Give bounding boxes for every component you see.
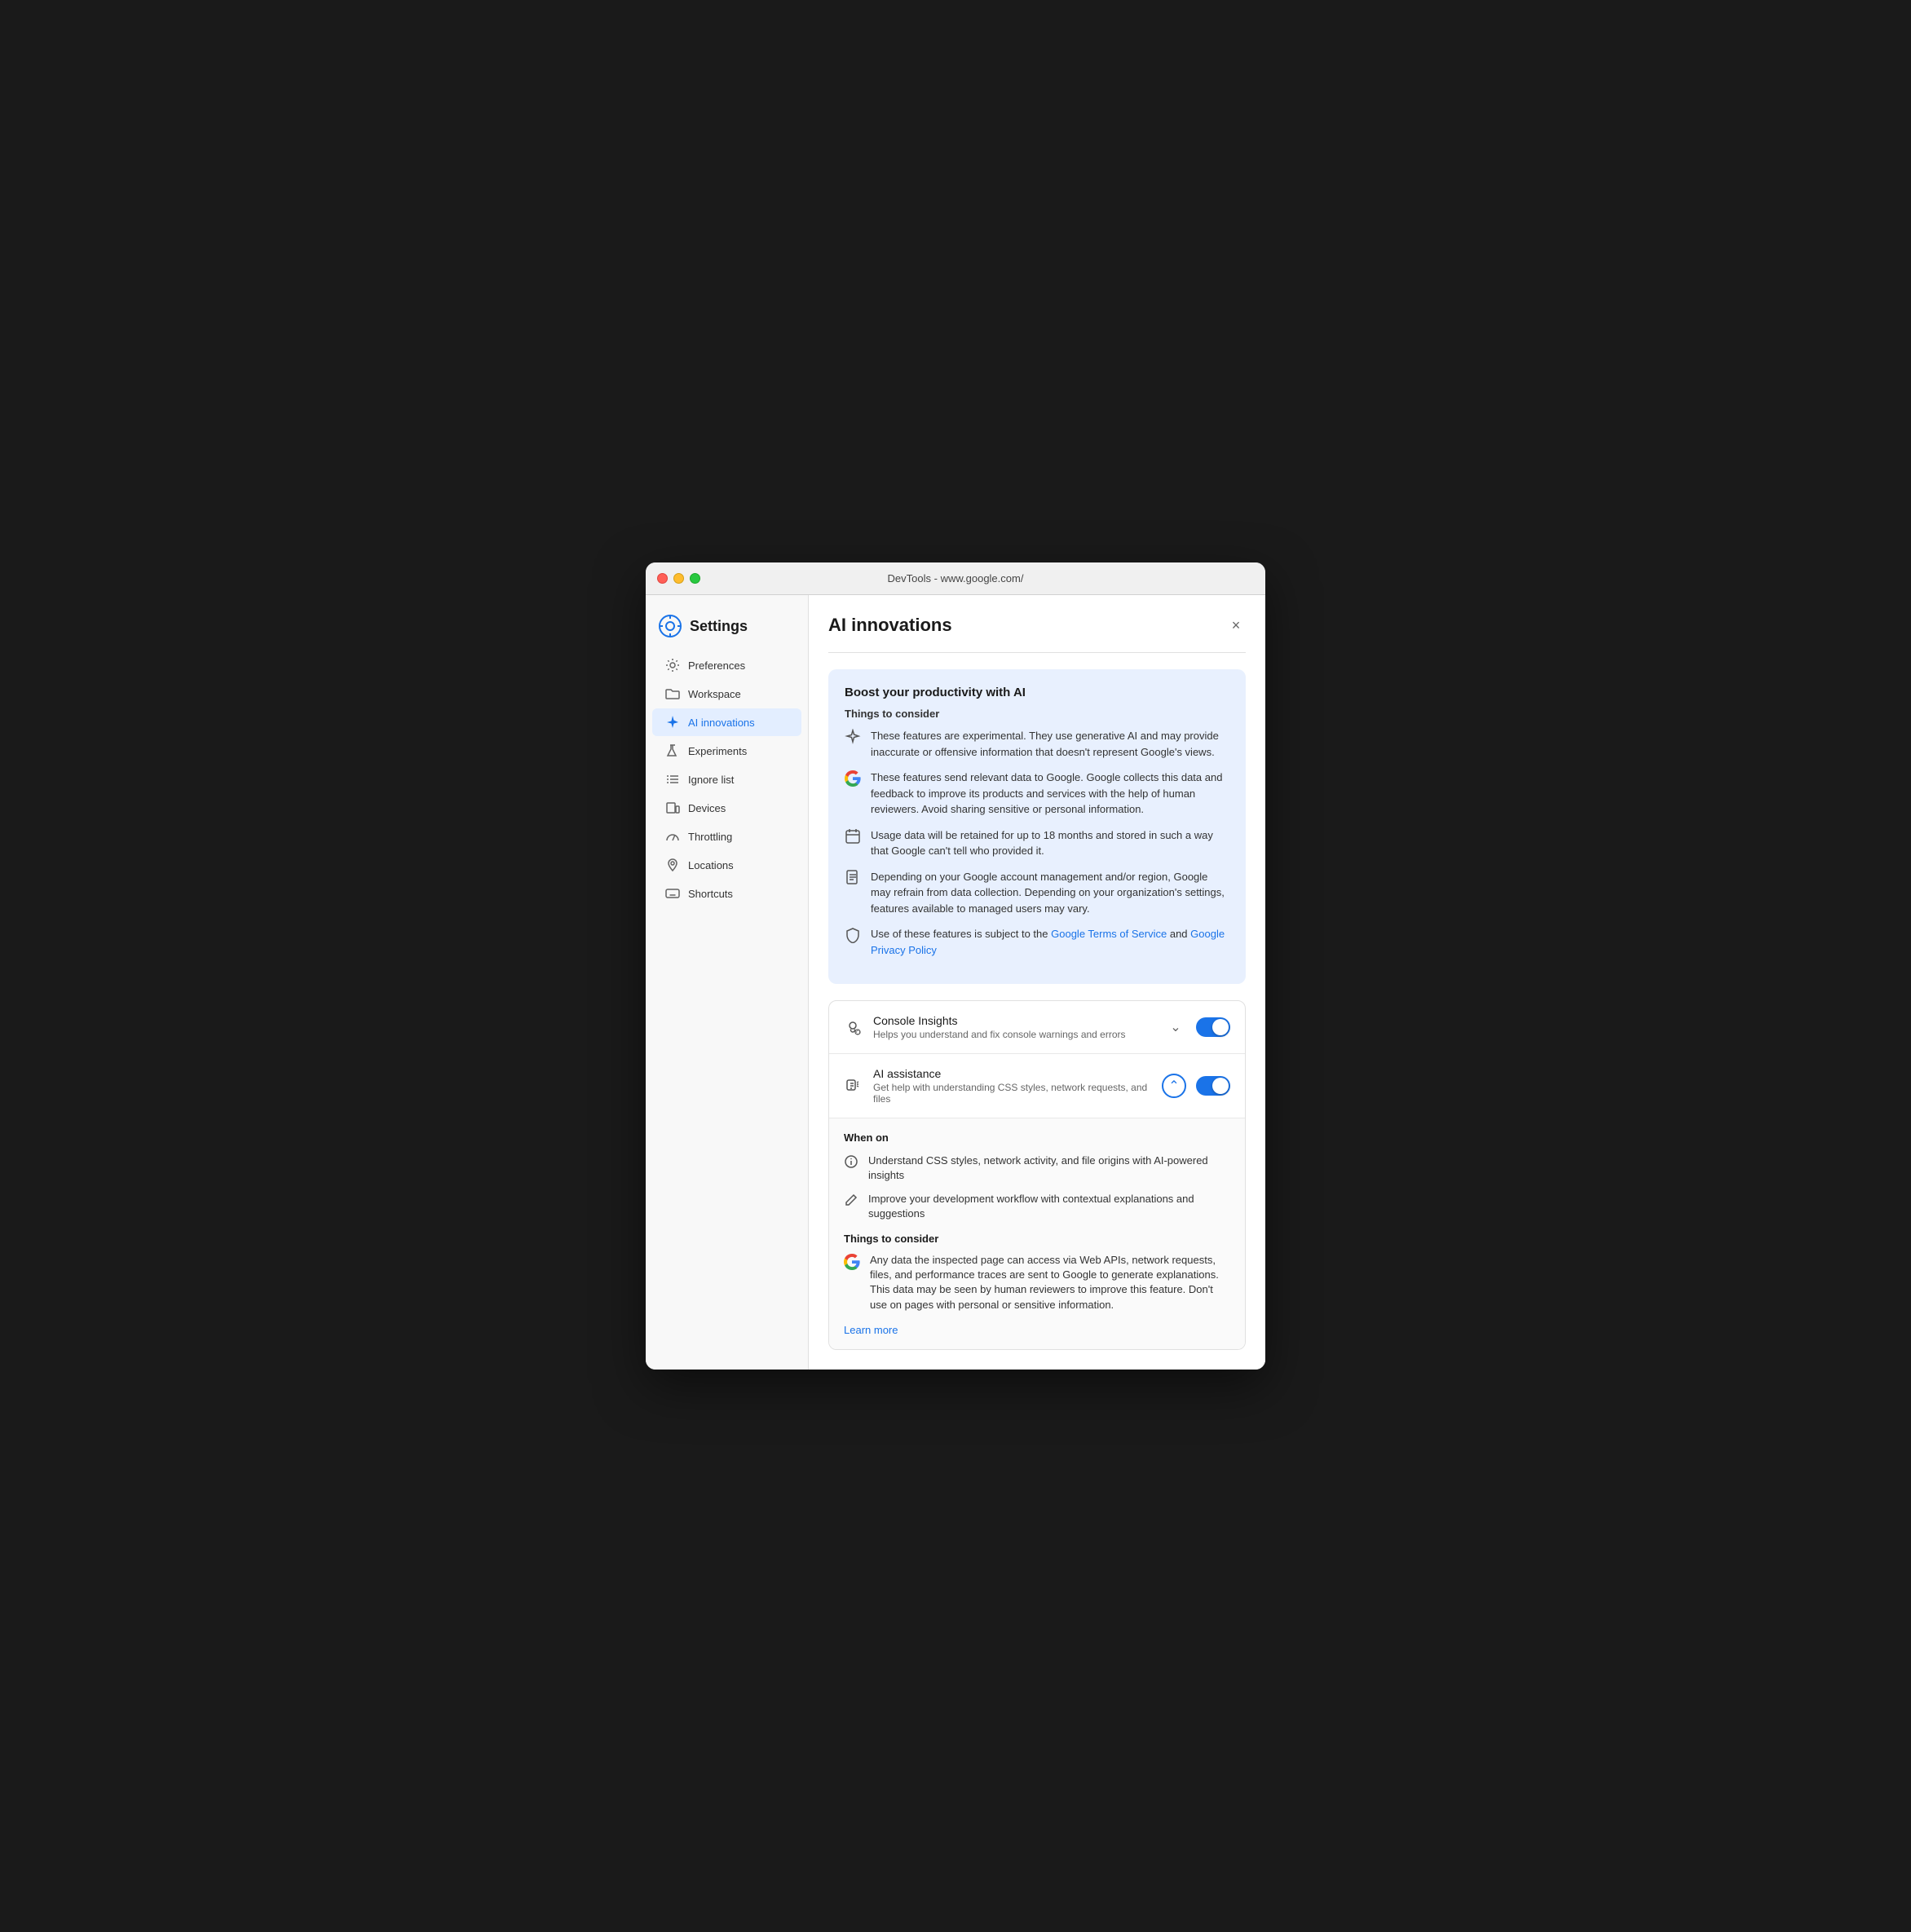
ai-assistance-info: AI assistance Get help with understandin… xyxy=(873,1067,1162,1105)
when-on-title: When on xyxy=(844,1131,1230,1144)
privacy-link[interactable]: Google Privacy Policy xyxy=(871,928,1225,956)
sidebar-item-ignore-list[interactable]: Ignore list xyxy=(652,765,801,793)
sidebar-item-label: Throttling xyxy=(688,831,732,843)
traffic-lights xyxy=(657,573,700,584)
folder-icon xyxy=(665,686,680,701)
maximize-traffic-light[interactable] xyxy=(690,573,700,584)
keyboard-icon xyxy=(665,886,680,901)
info-item-account: Depending on your Google account managem… xyxy=(845,869,1229,917)
page-title: AI innovations xyxy=(828,615,952,636)
lightbulb-gear-icon xyxy=(844,1018,862,1036)
ai-assistance-actions: ⌃ xyxy=(1162,1074,1230,1098)
sidebar-item-shortcuts[interactable]: Shortcuts xyxy=(652,880,801,907)
features-card: Console Insights Helps you understand an… xyxy=(828,1000,1246,1350)
settings-logo-icon xyxy=(659,615,682,637)
settings-window: DevTools - www.google.com/ Settings xyxy=(646,562,1265,1370)
sidebar-item-label: Devices xyxy=(688,802,726,814)
sparkle-warn-icon xyxy=(845,729,861,745)
google-icon xyxy=(845,770,861,787)
sidebar-item-preferences[interactable]: Preferences xyxy=(652,651,801,679)
sidebar-item-label: Workspace xyxy=(688,688,741,700)
console-insights-title: Console Insights xyxy=(873,1014,1165,1027)
console-insights-info: Console Insights Helps you understand an… xyxy=(873,1014,1165,1040)
when-on-text-css: Understand CSS styles, network activity,… xyxy=(868,1153,1230,1183)
info-item-text-experimental: These features are experimental. They us… xyxy=(871,728,1229,760)
sidebar-title: Settings xyxy=(690,618,748,635)
google-icon-2 xyxy=(844,1254,860,1270)
sidebar-item-ai-innovations[interactable]: AI innovations xyxy=(652,708,801,736)
window-title: DevTools - www.google.com/ xyxy=(888,572,1024,584)
console-insights-desc: Helps you understand and fix console war… xyxy=(873,1029,1165,1040)
info-circle-icon xyxy=(844,1154,858,1169)
minimize-traffic-light[interactable] xyxy=(673,573,684,584)
list-icon xyxy=(665,772,680,787)
sidebar-item-experiments[interactable]: Experiments xyxy=(652,737,801,765)
sidebar-item-label: Preferences xyxy=(688,659,745,672)
console-insights-chevron[interactable]: ⌄ xyxy=(1165,1017,1186,1038)
sidebar-item-label: AI innovations xyxy=(688,717,755,729)
sidebar-item-label: Ignore list xyxy=(688,774,734,786)
when-on-item-css: Understand CSS styles, network activity,… xyxy=(844,1153,1230,1183)
when-on-text-workflow: Improve your development workflow with c… xyxy=(868,1192,1230,1221)
close-button[interactable]: × xyxy=(1226,615,1246,635)
gauge-icon xyxy=(665,829,680,844)
consider-item-google: Any data the inspected page can access v… xyxy=(844,1253,1230,1312)
when-on-item-workflow: Improve your development workflow with c… xyxy=(844,1192,1230,1221)
ai-assistance-desc: Get help with understanding CSS styles, … xyxy=(873,1082,1162,1105)
sidebar: Settings Preferences Workspace xyxy=(646,595,809,1370)
flask-icon xyxy=(665,743,680,758)
close-traffic-light[interactable] xyxy=(657,573,668,584)
info-item-experimental: These features are experimental. They us… xyxy=(845,728,1229,760)
info-item-google-data: These features send relevant data to Goo… xyxy=(845,770,1229,818)
main-header: AI innovations × xyxy=(828,615,1246,636)
info-box: Boost your productivity with AI Things t… xyxy=(828,669,1246,984)
info-item-text-retention: Usage data will be retained for up to 18… xyxy=(871,827,1229,859)
consider-text-google: Any data the inspected page can access v… xyxy=(870,1253,1230,1312)
calendar-icon xyxy=(845,828,861,845)
things-to-consider-title: Things to consider xyxy=(844,1233,1230,1245)
sidebar-item-locations[interactable]: Locations xyxy=(652,851,801,879)
shield-icon xyxy=(845,927,861,943)
info-item-text-account: Depending on your Google account managem… xyxy=(871,869,1229,917)
info-box-title: Boost your productivity with AI xyxy=(845,686,1229,699)
info-item-retention: Usage data will be retained for up to 18… xyxy=(845,827,1229,859)
info-item-tos: Use of these features is subject to the … xyxy=(845,926,1229,958)
pen-icon xyxy=(844,1193,858,1207)
info-item-text-google: These features send relevant data to Goo… xyxy=(871,770,1229,818)
ai-assistance-collapse-btn[interactable]: ⌃ xyxy=(1162,1074,1186,1098)
console-insights-row: Console Insights Helps you understand an… xyxy=(829,1001,1245,1054)
console-insights-toggle[interactable] xyxy=(1196,1017,1230,1037)
tos-link[interactable]: Google Terms of Service xyxy=(1051,928,1167,940)
sidebar-header: Settings xyxy=(646,608,808,651)
content-area: Settings Preferences Workspace xyxy=(646,595,1265,1370)
info-box-subtitle: Things to consider xyxy=(845,708,1229,720)
sidebar-item-devices[interactable]: Devices xyxy=(652,794,801,822)
ai-assist-icon xyxy=(844,1077,862,1095)
device-icon xyxy=(665,801,680,815)
info-item-text-tos: Use of these features is subject to the … xyxy=(871,926,1229,958)
main-content: AI innovations × Boost your productivity… xyxy=(809,595,1265,1370)
console-insights-actions: ⌄ xyxy=(1165,1017,1230,1038)
ai-assistance-expanded: When on Understand CSS styles, network a… xyxy=(829,1118,1245,1349)
sidebar-item-label: Experiments xyxy=(688,745,747,757)
learn-more-link[interactable]: Learn more xyxy=(844,1324,1230,1336)
sparkle-icon xyxy=(665,715,680,730)
ai-assistance-row: AI assistance Get help with understandin… xyxy=(829,1054,1245,1118)
sidebar-item-workspace[interactable]: Workspace xyxy=(652,680,801,708)
document-icon xyxy=(845,870,861,886)
pin-icon xyxy=(665,858,680,872)
header-divider xyxy=(828,652,1246,653)
gear-icon xyxy=(665,658,680,673)
sidebar-item-throttling[interactable]: Throttling xyxy=(652,823,801,850)
ai-assistance-toggle[interactable] xyxy=(1196,1076,1230,1096)
sidebar-item-label: Shortcuts xyxy=(688,888,733,900)
ai-assistance-title: AI assistance xyxy=(873,1067,1162,1080)
sidebar-item-label: Locations xyxy=(688,859,734,871)
title-bar: DevTools - www.google.com/ xyxy=(646,562,1265,595)
